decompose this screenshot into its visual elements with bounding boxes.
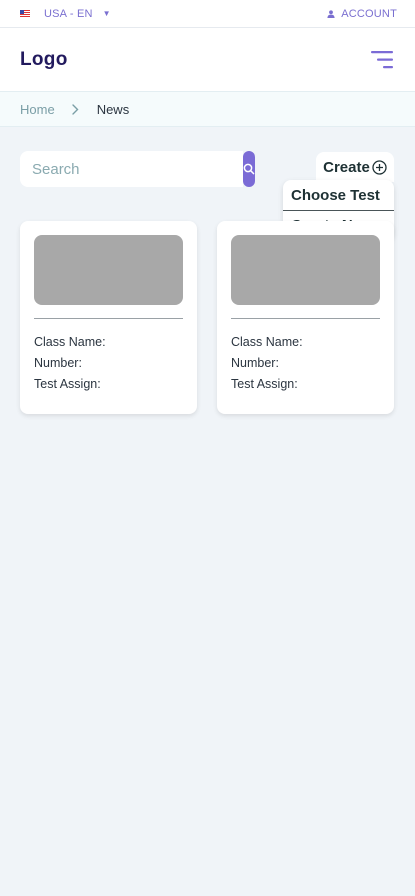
menu-item-choose-test[interactable]: Choose Test xyxy=(283,180,394,210)
test-assign-label: Test Assign: xyxy=(231,377,298,391)
divider xyxy=(34,318,183,319)
search-input[interactable] xyxy=(20,151,243,187)
number-label: Number: xyxy=(34,356,82,370)
class-name-label: Class Name: xyxy=(231,335,303,349)
us-flag-icon xyxy=(20,10,30,17)
number-label: Number: xyxy=(231,356,279,370)
class-card[interactable]: Class Name: Number: Test Assign: xyxy=(217,221,394,414)
caret-down-icon: ▼ xyxy=(102,9,111,18)
card-image-placeholder xyxy=(231,235,380,305)
breadcrumb-home[interactable]: Home xyxy=(20,102,55,117)
search-button[interactable] xyxy=(243,151,255,187)
card-image-placeholder xyxy=(34,235,183,305)
logo[interactable]: Logo xyxy=(20,49,68,71)
breadcrumb: Home News xyxy=(0,91,415,127)
account-link[interactable]: ACCOUNT xyxy=(327,8,397,20)
menu-icon[interactable] xyxy=(371,50,395,70)
divider xyxy=(231,318,380,319)
locale-label: USA - EN xyxy=(44,7,93,20)
create-label: Create xyxy=(323,158,370,176)
search-icon xyxy=(243,163,255,175)
user-icon xyxy=(327,9,335,18)
locale-selector[interactable]: USA - EN ▼ xyxy=(20,8,111,20)
class-card[interactable]: Class Name: Number: Test Assign: xyxy=(20,221,197,414)
class-name-label: Class Name: xyxy=(34,335,106,349)
chevron-right-icon xyxy=(61,103,91,115)
breadcrumb-current: News xyxy=(96,101,130,117)
search-bar xyxy=(20,151,255,187)
test-assign-label: Test Assign: xyxy=(34,377,101,391)
top-utility-bar: USA - EN ▼ ACCOUNT xyxy=(0,0,415,28)
site-header: Logo xyxy=(0,28,415,91)
plus-circle-icon xyxy=(372,159,387,175)
account-label: ACCOUNT xyxy=(341,7,397,20)
create-button[interactable]: Create xyxy=(316,152,394,182)
